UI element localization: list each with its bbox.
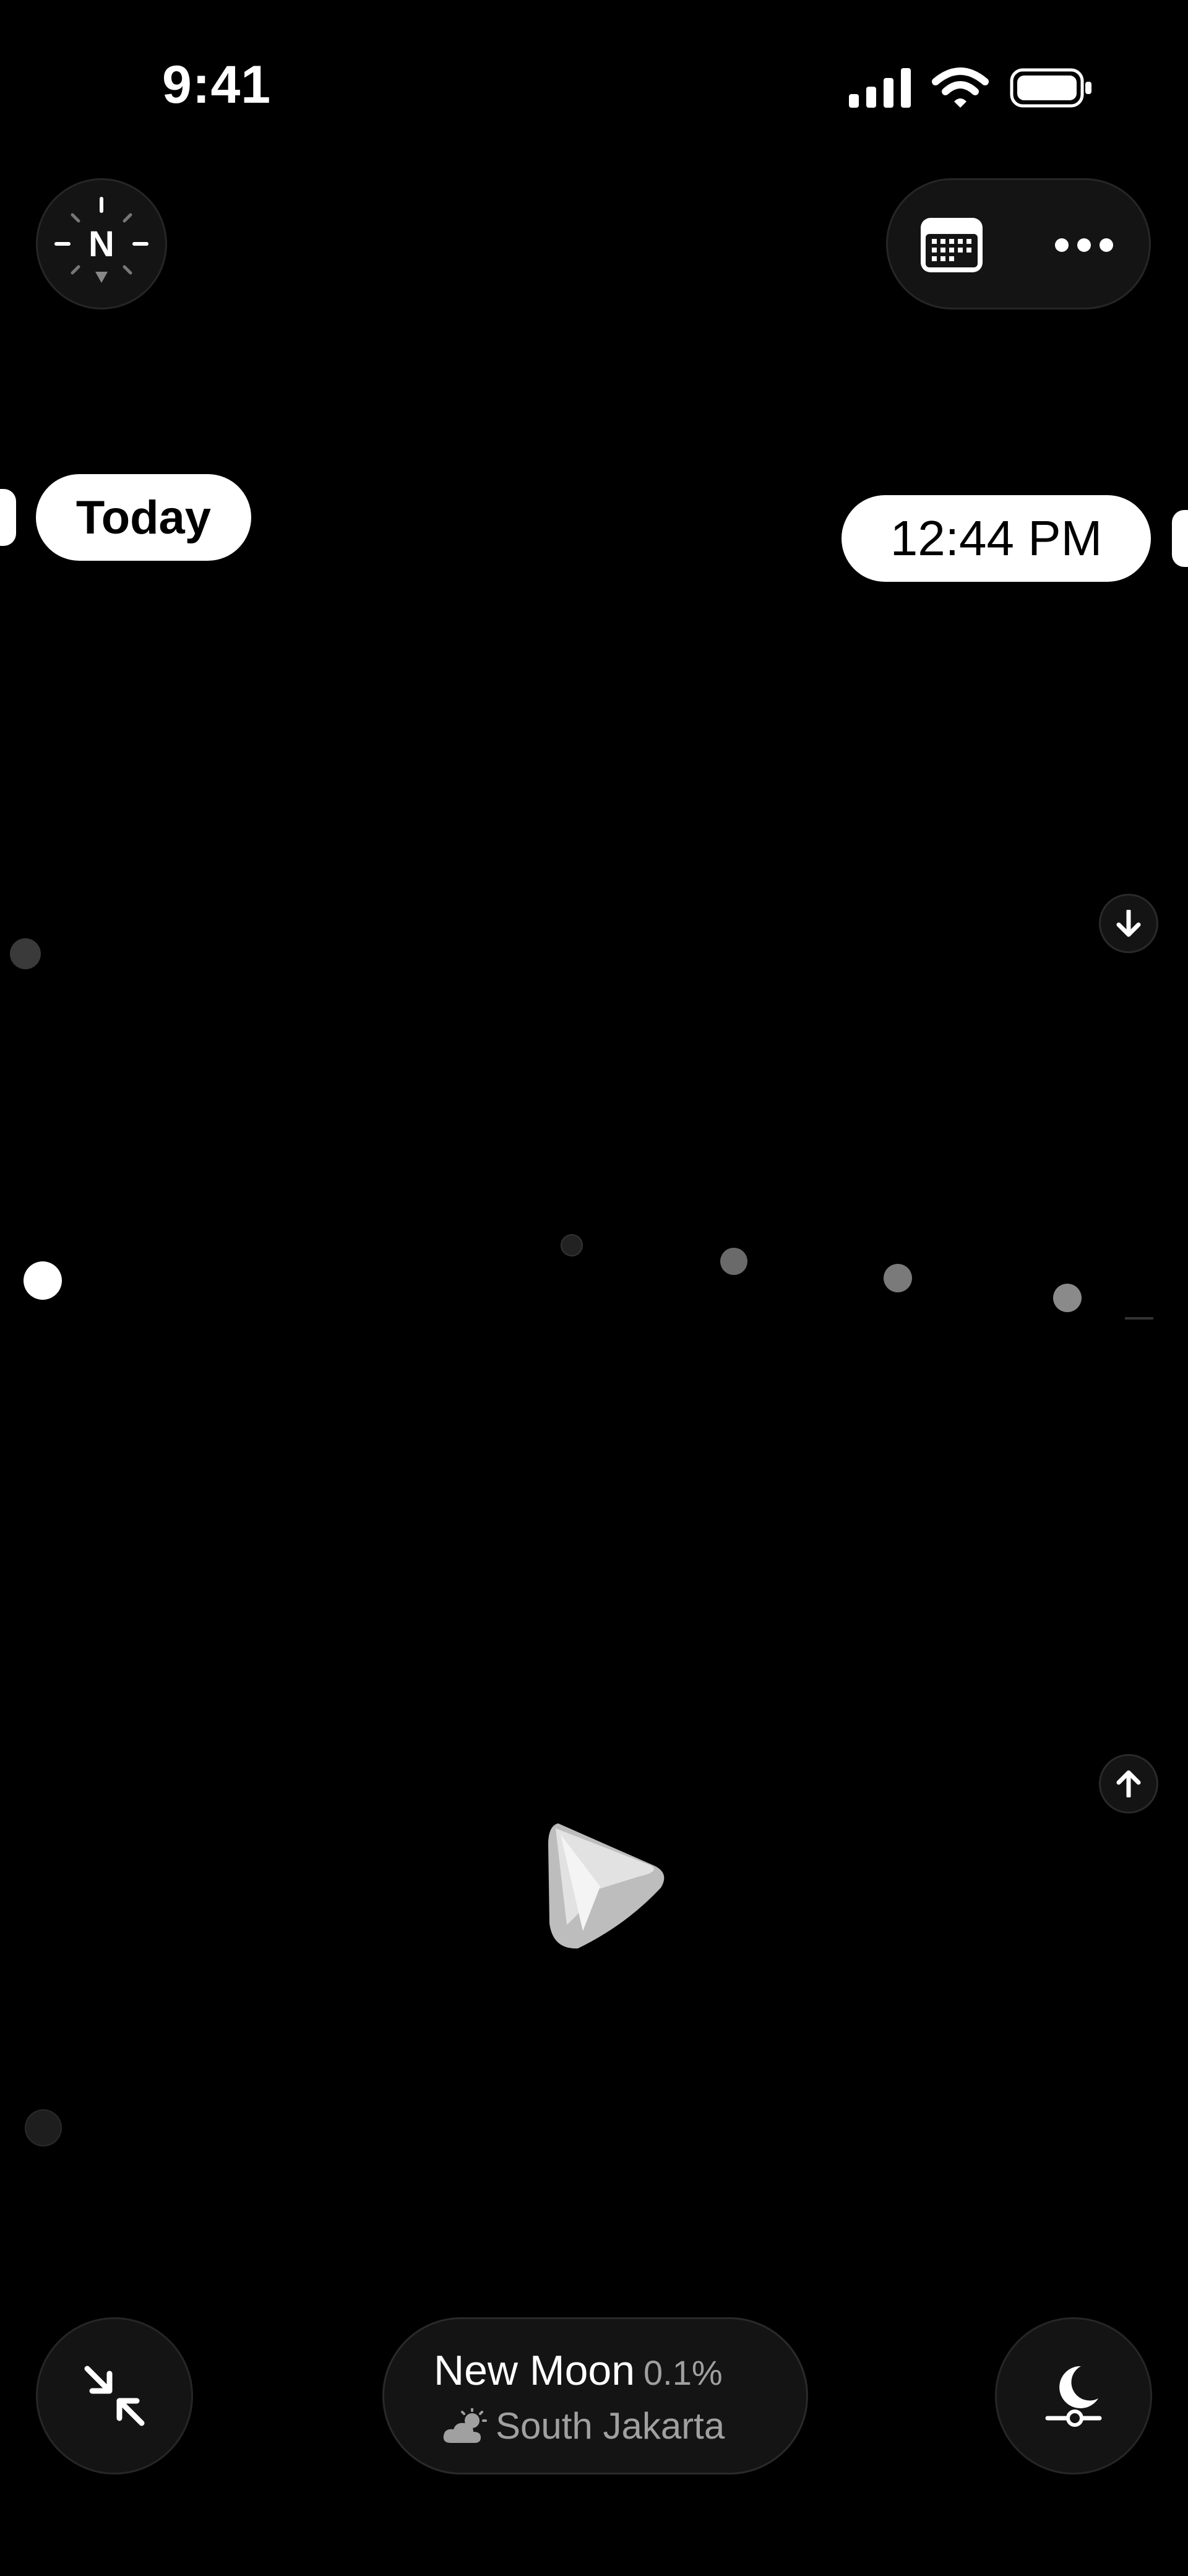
today-label[interactable]: Today bbox=[36, 474, 251, 561]
collapse-arrows-icon bbox=[84, 2366, 145, 2426]
arrow-up-icon bbox=[1116, 1770, 1141, 1797]
top-actions-pill bbox=[886, 178, 1151, 309]
compass-north-label: N bbox=[88, 223, 114, 264]
current-time-label[interactable]: 12:44 PM bbox=[842, 495, 1151, 582]
moon-position-dot bbox=[25, 2109, 62, 2146]
scroll-up-button[interactable] bbox=[1099, 1754, 1158, 1813]
right-edge-tab[interactable] bbox=[1172, 510, 1188, 567]
moon-position-dot bbox=[24, 1261, 62, 1300]
location-name: South Jakarta bbox=[496, 2405, 725, 2447]
moon-phase: New Moon bbox=[434, 2347, 635, 2394]
moon-location: South Jakarta bbox=[442, 2405, 725, 2447]
moon-info-card[interactable]: New Moon 0.1% South Jakarta bbox=[382, 2317, 808, 2474]
scroll-down-button[interactable] bbox=[1099, 894, 1158, 953]
horizon-tick bbox=[1125, 1317, 1153, 1320]
status-icons bbox=[849, 67, 1093, 109]
more-button[interactable] bbox=[1050, 211, 1118, 279]
compass-button[interactable]: N bbox=[36, 178, 167, 309]
moon-position-dot bbox=[720, 1248, 747, 1275]
status-time: 9:41 bbox=[162, 55, 272, 115]
calendar-icon bbox=[921, 218, 983, 272]
left-edge-tab[interactable] bbox=[0, 489, 16, 546]
calendar-button[interactable] bbox=[918, 211, 986, 279]
collapse-button[interactable] bbox=[36, 2317, 193, 2474]
moon-position-dot bbox=[561, 1234, 583, 1256]
night-mode-button[interactable] bbox=[995, 2317, 1152, 2474]
moon-illumination: 0.1% bbox=[644, 2353, 723, 2392]
moon-slider-icon bbox=[1045, 2366, 1102, 2427]
moon-position-dot bbox=[1053, 1284, 1082, 1312]
arrow-down-icon bbox=[1116, 910, 1141, 937]
moon-title: New Moon 0.1% bbox=[434, 2346, 723, 2395]
battery-icon bbox=[1010, 68, 1091, 108]
partly-cloudy-icon bbox=[443, 2408, 487, 2443]
more-horizontal-icon bbox=[1055, 238, 1113, 252]
wifi-icon bbox=[932, 67, 989, 108]
direction-pointer-icon bbox=[548, 1823, 665, 1949]
moon-position-dot bbox=[884, 1264, 912, 1292]
cellular-signal-icon bbox=[849, 68, 911, 108]
moon-position-dot bbox=[10, 938, 41, 969]
